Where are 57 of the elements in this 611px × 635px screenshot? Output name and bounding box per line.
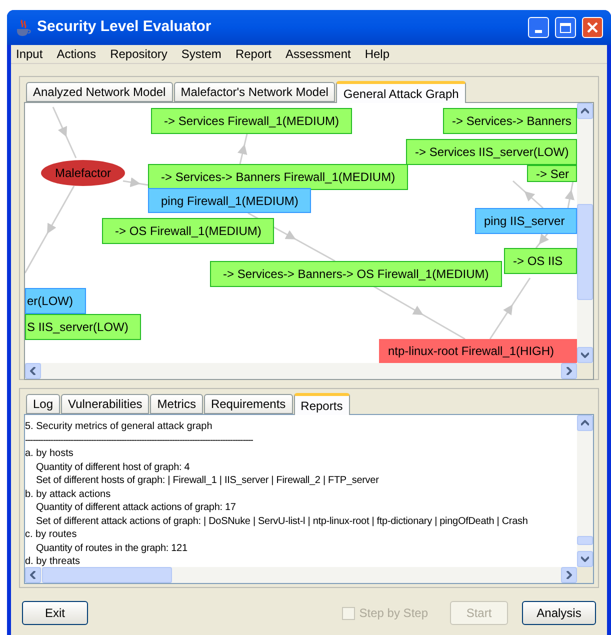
tab[interactable]: Metrics <box>150 394 203 414</box>
graph-node[interactable]: -> Services-> Banners Firewall_1(MEDIUM) <box>148 164 408 190</box>
graph-node[interactable]: -> OS Firewall_1(MEDIUM) <box>102 218 274 244</box>
vertical-scrollbar[interactable] <box>577 103 593 363</box>
close-button[interactable] <box>582 17 603 38</box>
report-line: d. by threats <box>25 555 80 567</box>
report-line: Quantity of routes in the graph: 121 <box>35 542 188 555</box>
coffee-cup-icon <box>15 18 31 36</box>
menu-item[interactable]: System <box>181 45 222 63</box>
vertical-scrollbar[interactable] <box>577 415 593 567</box>
scroll-thumb[interactable] <box>577 204 593 300</box>
tab[interactable]: Requirements <box>204 394 293 414</box>
report-line: a. by hosts <box>25 447 74 460</box>
minimize-icon <box>535 30 542 33</box>
report-line: Quantity of different host of graph: 4 <box>35 460 190 474</box>
graph-node[interactable]: -> OS IIS <box>504 248 577 274</box>
minimize-button[interactable] <box>528 17 549 38</box>
tab[interactable]: General Attack Graph <box>336 81 466 103</box>
graph-node[interactable]: S IIS_server(LOW) <box>25 314 142 340</box>
report-line: Set of different hosts of graph: | Firewall_1 | IIS_server | Firewall_2 | FTP_server <box>35 474 379 488</box>
graph-node[interactable]: -> Services Firewall_1(MEDIUM) <box>151 108 352 134</box>
scroll-thumb[interactable] <box>577 536 593 545</box>
menu-item[interactable]: Help <box>364 45 390 63</box>
horizontal-scrollbar[interactable] <box>25 363 577 379</box>
close-icon <box>587 22 598 33</box>
maximize-icon <box>560 22 571 32</box>
menu-item[interactable]: Actions <box>56 45 96 63</box>
maximize-button[interactable] <box>555 17 576 38</box>
tab[interactable]: Analyzed Network Model <box>26 82 173 102</box>
malefactor-node[interactable]: Malefactor <box>41 160 125 186</box>
graph-node[interactable]: ntp-linux-root Firewall_1(HIGH) <box>379 339 577 363</box>
menu-item[interactable]: Input <box>16 45 43 63</box>
graph-node[interactable]: -> Services IIS_server(LOW) <box>406 139 577 165</box>
report-line: 5. Security metrics of general attack graph <box>25 420 212 434</box>
graph-node[interactable]: -> Services-> Banners-> OS Firewall_1(MEDIUM) <box>210 261 502 287</box>
report-line: Quantity of different attack actions of graph: 17 <box>35 501 236 514</box>
graph-node[interactable]: -> Services-> Banners <box>443 108 577 134</box>
report-line: c. by routes <box>25 528 77 542</box>
graph-node[interactable]: -> Ser <box>527 165 577 182</box>
menu-item[interactable]: Report <box>235 45 272 63</box>
push-button[interactable]: Exit <box>22 601 88 625</box>
graph-node[interactable]: er(LOW) <box>25 288 86 314</box>
graph-node[interactable]: ping IIS_server <box>475 208 577 234</box>
tab[interactable]: Log <box>26 394 60 414</box>
scroll-thumb[interactable] <box>42 567 172 583</box>
report-rule: ------------------------------------------------------------------------------------------ <box>25 434 253 447</box>
window-title: Security Level Evaluator <box>37 17 212 38</box>
push-button[interactable]: Analysis <box>522 601 596 625</box>
graph-node[interactable]: ping Firewall_1(MEDIUM) <box>148 188 312 213</box>
menu-item[interactable]: Assessment <box>285 45 351 63</box>
tab[interactable]: Vulnerabilities <box>61 394 150 414</box>
tab[interactable]: Reports <box>294 393 350 415</box>
report-line: b. by attack actions <box>25 488 111 501</box>
horizontal-scrollbar[interactable] <box>25 567 577 583</box>
report-line: Set of different attack actions of graph: | DoSNuke | ServU-list-l | ntp-linux-root | ftp-dictionary | pingOfDeath | Crash <box>35 514 528 528</box>
tab[interactable]: Malefactor's Network Model <box>174 82 336 102</box>
menu-item[interactable]: Repository <box>110 45 168 63</box>
